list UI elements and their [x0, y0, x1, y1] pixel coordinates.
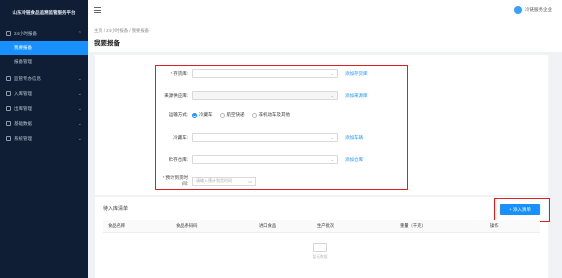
chevron-down-icon: ⌄ — [77, 135, 82, 142]
page-header: 主页 / 24小时报备 / 我要报备 我要报备 — [88, 22, 562, 52]
col-barcode: 食品条码码 — [176, 223, 198, 228]
inbound-title: 待入库清单 — [103, 206, 129, 212]
chevron-down-icon: ⌄ — [330, 157, 334, 162]
col-weight: 重量（千克） — [400, 223, 426, 228]
inbound-card — [95, 197, 548, 278]
shield-icon — [6, 76, 11, 81]
sidebar-group-system[interactable]: 系统管理 ⌄ — [0, 131, 88, 146]
warehouse-select[interactable]: ⌄ — [192, 69, 338, 78]
chevron-down-icon: ⌄ — [77, 120, 82, 127]
col-food-name: 食品名称 — [108, 223, 126, 228]
outbox-icon — [6, 106, 11, 111]
warehouse-row: *存货库: ⌄ 添加存货库 — [170, 69, 368, 78]
add-storage-link[interactable]: 添加仓库 — [345, 157, 363, 163]
arrival-row: *预计到货时间: 请输入预计到货时间 ▭ — [160, 175, 256, 187]
sidebar-group-basic-data[interactable]: 基础数据 ⌄ — [0, 116, 88, 131]
storage-row: 贮存仓库: ⌄ 添加仓库 — [168, 155, 363, 164]
cold-car-row: 冷藏车: ⌄ 添加车辆 — [173, 133, 363, 142]
avatar — [514, 6, 522, 14]
source-row: 来源供应库: ⌄ 添加来源库 — [164, 91, 368, 100]
page-title: 我要报备 — [94, 40, 120, 47]
chevron-up-icon: ⌃ — [77, 30, 82, 37]
sidebar-group-24h-report[interactable]: 24小时报备 ⌃ — [0, 26, 88, 41]
chevron-down-icon: ⌄ — [77, 90, 82, 97]
sidebar-group-outbound[interactable]: 出库管理 ⌄ — [0, 101, 88, 116]
sidebar-group-inbound[interactable]: 入库管理 ⌄ — [0, 86, 88, 101]
chevron-down-icon: ⌄ — [330, 135, 334, 140]
sidebar: 山东冷链食品追溯监管服务平台 24小时报备 ⌃ 我要报备 报备管理 监管专办信息… — [0, 0, 88, 278]
table-header: 食品名称 食品条码码 进口食品 生产批次 重量（千克） 操作 — [103, 220, 540, 233]
menu-toggle-icon[interactable] — [94, 7, 101, 13]
chevron-down-icon: ⌄ — [330, 93, 334, 98]
sidebar-item-report-manage[interactable]: 报备管理 — [0, 55, 88, 69]
col-batch: 生产批次 — [317, 223, 335, 228]
chevron-down-icon: ⌄ — [77, 75, 82, 82]
transport-radio-air[interactable]: 航空快递 — [219, 112, 245, 118]
empty-state: 暂无数据 — [305, 243, 335, 260]
add-car-link[interactable]: 添加车辆 — [345, 135, 363, 141]
transport-radio-other[interactable]: 非机动车及其他 — [251, 112, 290, 118]
sidebar-item-report[interactable]: 我要报备 — [0, 41, 88, 55]
storage-select[interactable]: ⌄ — [192, 155, 338, 164]
calendar-icon: ▭ — [248, 178, 252, 184]
transport-radio-cold-car[interactable]: 冷藏车 — [192, 112, 213, 118]
col-imported: 进口食品 — [259, 223, 277, 228]
add-source-link[interactable]: 添加来源库 — [345, 93, 368, 99]
empty-box-icon — [313, 243, 327, 252]
add-inbound-button[interactable]: + 添入清单 — [500, 204, 540, 215]
chevron-down-icon: ⌄ — [330, 71, 334, 76]
source-select[interactable]: ⌄ — [192, 91, 338, 100]
clock-icon — [6, 31, 11, 36]
user-name: 冷链服务企业 — [525, 7, 552, 12]
user-menu[interactable]: 冷链服务企业 — [514, 6, 552, 14]
add-warehouse-link[interactable]: 添加存货库 — [345, 71, 368, 77]
empty-text: 暂无数据 — [312, 255, 328, 259]
sidebar-group-supervision[interactable]: 监管专办信息 ⌄ — [0, 71, 88, 86]
arrival-date-input[interactable]: 请输入预计到货时间 ▭ — [192, 176, 256, 186]
cold-car-select[interactable]: ⌄ — [192, 133, 338, 142]
top-bar: 冷链服务企业 — [88, 0, 562, 23]
inbox-icon — [6, 91, 11, 96]
breadcrumb: 主页 / 24小时报备 / 我要报备 — [94, 28, 149, 33]
transport-row: 运输方式: 冷藏车 航空快递 非机动车及其他 — [168, 112, 290, 118]
col-actions: 操作 — [490, 223, 499, 228]
chevron-down-icon: ⌄ — [77, 105, 82, 112]
app-logo: 山东冷链食品追溯监管服务平台 — [12, 10, 76, 15]
database-icon — [6, 121, 11, 126]
gear-icon — [6, 136, 11, 141]
highlight-box-form — [155, 65, 408, 190]
